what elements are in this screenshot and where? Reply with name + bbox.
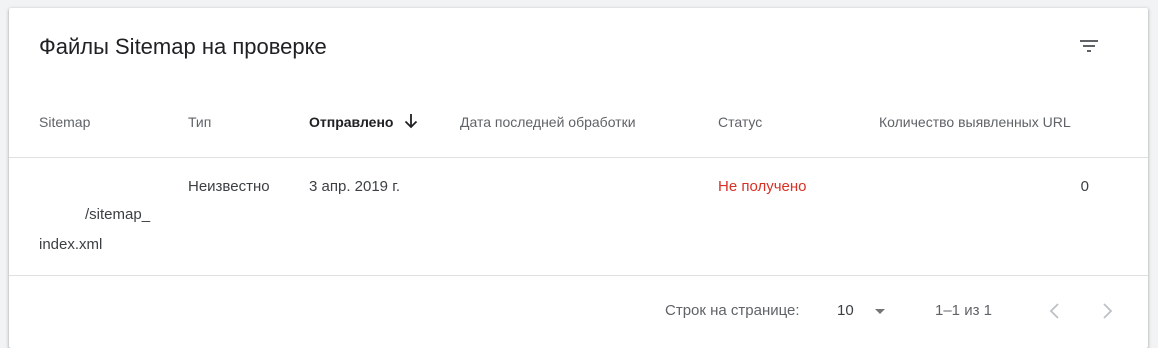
sitemap-url-link[interactable]: /sitemap_ index.xml [39,200,169,260]
row-type: Неизвестно [188,178,270,195]
column-header-url-count[interactable]: Количество выявленных URL [879,114,1071,130]
rows-per-page-select[interactable]: 10 [837,298,895,324]
pagination-range: 1–1 из 1 [935,302,992,319]
row-divider [9,275,1148,276]
chevron-right-icon [1103,303,1113,319]
dropdown-arrow-icon [875,309,885,314]
column-header-last-processed[interactable]: Дата последней обработки [460,114,636,130]
rows-per-page-value: 10 [837,302,854,319]
column-header-submitted[interactable]: Отправлено [309,114,393,130]
sitemap-url-line2: index.xml [39,236,103,253]
card-title: Файлы Sitemap на проверке [39,34,327,59]
chevron-left-icon [1049,303,1059,319]
row-submitted-date: 3 апр. 2019 г. [309,178,400,195]
row-status: Не получено [718,178,807,195]
row-url-count: 0 [1080,178,1089,195]
next-page-button[interactable] [1094,298,1120,324]
sitemaps-card: Файлы Sitemap на проверке Sitemap Тип От… [9,8,1148,348]
filter-button[interactable] [1071,28,1107,64]
column-header-type[interactable]: Тип [188,114,211,130]
rows-per-page-label: Строк на странице: [665,302,800,319]
header-divider [9,157,1148,158]
column-header-status[interactable]: Статус [718,114,762,130]
column-header-sitemap[interactable]: Sitemap [39,114,90,130]
filter-list-icon [1080,40,1098,52]
sort-descending-icon[interactable] [402,112,420,130]
sitemap-url-line1: /sitemap_ [85,206,151,223]
previous-page-button[interactable] [1042,298,1068,324]
